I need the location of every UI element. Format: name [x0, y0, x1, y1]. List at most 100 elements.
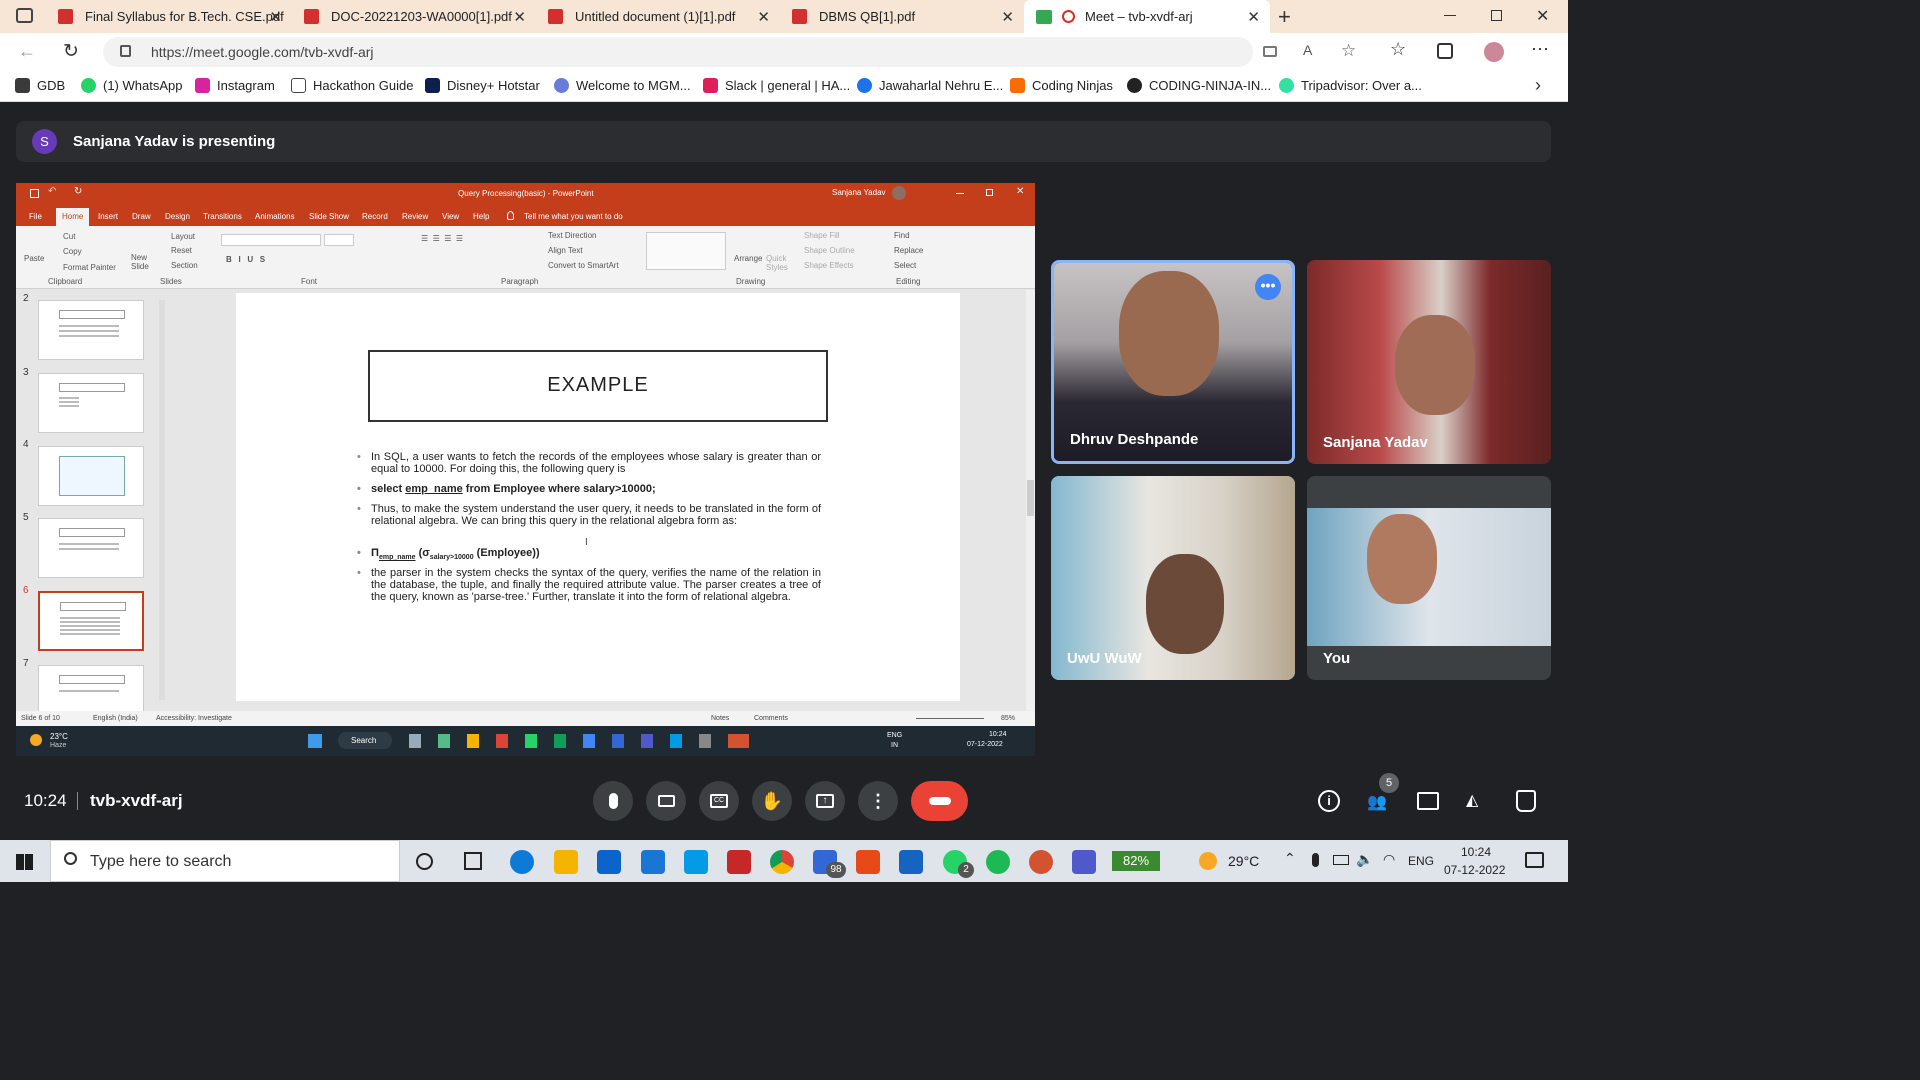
taskbar-search[interactable]: Type here to search — [50, 840, 400, 882]
chat-icon[interactable] — [1417, 792, 1439, 810]
window-close-icon[interactable]: ✕ — [1536, 6, 1549, 26]
bookmark-jnec[interactable]: Jawaharlal Nehru E... — [857, 78, 1003, 93]
favorites-icon[interactable]: ☆ — [1390, 39, 1406, 60]
store-icon[interactable] — [899, 850, 923, 874]
task-view-icon[interactable] — [464, 852, 482, 870]
browser-tab-active[interactable]: Meet – tvb-xvdf-arj ✕ — [1024, 0, 1270, 33]
office-icon[interactable] — [856, 850, 880, 874]
powerpoint-icon[interactable] — [1029, 850, 1053, 874]
section-label: Section — [171, 261, 198, 270]
host-controls-icon[interactable] — [1516, 790, 1536, 812]
ppt-status-bar: Slide 6 of 10 English (India) Accessibil… — [16, 711, 1035, 726]
edge-icon[interactable] — [510, 850, 534, 874]
close-tab-icon[interactable]: ✕ — [757, 8, 770, 26]
ppt-menu-view: View — [442, 212, 460, 221]
participant-name: Sanjana Yadav — [1323, 434, 1428, 451]
raise-hand-button[interactable]: ✋ — [752, 781, 792, 821]
bookmark-github[interactable]: CODING-NINJA-IN... — [1127, 78, 1271, 93]
teams-icon[interactable] — [1072, 850, 1096, 874]
url-field[interactable]: https://meet.google.com/tvb-xvdf-arj A ☆ — [103, 37, 1356, 67]
tab-actions-icon[interactable] — [16, 8, 33, 23]
hand-icon: ✋ — [760, 790, 784, 811]
shapes-gallery — [646, 232, 726, 270]
ppt-close-icon: ✕ — [1016, 186, 1025, 197]
mcafee-icon[interactable] — [727, 850, 751, 874]
bookmark-slack[interactable]: Slack | general | HA... — [703, 78, 850, 93]
new-tab-icon[interactable]: + — [1278, 4, 1291, 30]
close-tab-icon[interactable]: ✕ — [269, 8, 282, 26]
profile-avatar[interactable] — [1484, 42, 1504, 62]
participant-more-icon[interactable]: ••• — [1255, 274, 1281, 300]
bookmark-hackathon-guide[interactable]: Hackathon Guide — [291, 78, 413, 93]
battery-tray-icon — [1333, 855, 1349, 865]
participant-tile[interactable]: UwU WuW — [1051, 476, 1295, 680]
app-l-icon[interactable] — [641, 850, 665, 874]
activities-icon[interactable]: ◭ — [1466, 790, 1488, 812]
browser-tab[interactable]: Untitled document (1)[1].pdf ✕ — [536, 0, 780, 33]
slide-bullet-algebra: Πemp_name (σsalary>10000 (Employee)) — [357, 547, 821, 564]
people-icon[interactable]: 👥 — [1367, 792, 1391, 812]
info-icon[interactable]: i — [1318, 790, 1340, 812]
close-tab-icon[interactable]: ✕ — [1001, 8, 1014, 26]
close-tab-icon[interactable]: ✕ — [1247, 8, 1260, 26]
chevron-up-icon[interactable]: ⌃ — [1284, 850, 1296, 867]
collections-icon[interactable] — [1437, 43, 1453, 59]
more-options-button[interactable]: ⋮ — [858, 781, 898, 821]
url-text: https://meet.google.com/tvb-xvdf-arj — [151, 44, 374, 60]
bookmark-tripadvisor[interactable]: Tripadvisor: Over a... — [1279, 78, 1422, 93]
sigma-subscript: salary>10000 — [429, 554, 474, 562]
file-explorer-icon[interactable] — [554, 850, 578, 874]
slide-thumbnail-selected — [38, 591, 144, 651]
app-blue-icon[interactable] — [684, 850, 708, 874]
maximize-icon[interactable] — [1491, 10, 1502, 21]
camera-icon[interactable] — [1263, 46, 1277, 57]
camera-button[interactable] — [646, 781, 686, 821]
mic-tray-icon — [1312, 853, 1319, 867]
slide-canvas: EXAMPLE In SQL, a user wants to fetch th… — [236, 293, 960, 701]
minimize-icon[interactable] — [1444, 15, 1456, 16]
windows-start-icon[interactable] — [16, 854, 33, 870]
bookmark-hotstar[interactable]: Disney+ Hotstar — [425, 78, 540, 93]
favorite-add-icon[interactable]: ☆ — [1341, 41, 1356, 61]
mic-button[interactable] — [593, 781, 633, 821]
browser-tab[interactable]: DOC-20221203-WA0000[1].pdf ✕ — [292, 0, 536, 33]
query-keyword: select — [371, 483, 406, 495]
refresh-icon[interactable]: ↻ — [63, 40, 79, 63]
pi-symbol: Π — [371, 547, 379, 559]
algebra-rest: (Employee)) — [473, 547, 540, 559]
participant-tile-self[interactable]: You — [1307, 476, 1551, 680]
browser-tab[interactable]: Final Syllabus for B.Tech. CSE.pdf ✕ — [46, 0, 292, 33]
present-button[interactable]: ↑ — [805, 781, 845, 821]
browser-tab[interactable]: DBMS QB[1].pdf ✕ — [780, 0, 1024, 33]
shape-effects-label: Shape Effects — [804, 261, 854, 270]
mic-icon — [608, 793, 618, 809]
close-tab-icon[interactable]: ✕ — [513, 8, 526, 26]
spotify-icon[interactable] — [986, 850, 1010, 874]
end-call-button[interactable] — [911, 781, 968, 821]
tab-label: Untitled document (1)[1].pdf — [575, 9, 736, 24]
notification-icon[interactable] — [1525, 852, 1544, 868]
bookmark-instagram[interactable]: Instagram — [195, 78, 275, 93]
more-menu-icon[interactable]: ⋯ — [1531, 39, 1549, 60]
slide-bullet: Thus, to make the system understand the … — [357, 503, 821, 527]
slide-heading-box: EXAMPLE — [368, 350, 828, 422]
participant-tile-active[interactable]: ••• Dhruv Deshpande — [1051, 260, 1295, 464]
chevron-right-icon[interactable]: › — [1535, 75, 1541, 96]
chrome-icon[interactable] — [770, 850, 794, 874]
bookmark-gdb[interactable]: GDB — [15, 78, 65, 93]
ppt-ribbon: Paste Cut Copy Format Painter New Slide … — [16, 226, 1035, 289]
captions-button[interactable]: CC — [699, 781, 739, 821]
mail-icon[interactable] — [597, 850, 621, 874]
participant-tile[interactable]: Sanjana Yadav — [1307, 260, 1551, 464]
cortana-icon[interactable] — [416, 853, 433, 870]
bookmark-mgm[interactable]: Welcome to MGM... — [554, 78, 691, 93]
bookmark-whatsapp[interactable]: (1) WhatsApp — [81, 78, 182, 93]
read-aloud-icon[interactable]: A — [1303, 42, 1312, 58]
bookmark-coding-ninjas[interactable]: Coding Ninjas — [1010, 78, 1113, 93]
volume-icon[interactable]: 🔈 — [1356, 851, 1373, 868]
back-icon[interactable]: ← — [18, 41, 36, 62]
wifi-icon[interactable]: ◠ — [1383, 851, 1395, 868]
github-icon — [1127, 78, 1142, 93]
bookmark-label: Instagram — [217, 78, 275, 93]
language-indicator[interactable]: ENG — [1408, 854, 1434, 868]
